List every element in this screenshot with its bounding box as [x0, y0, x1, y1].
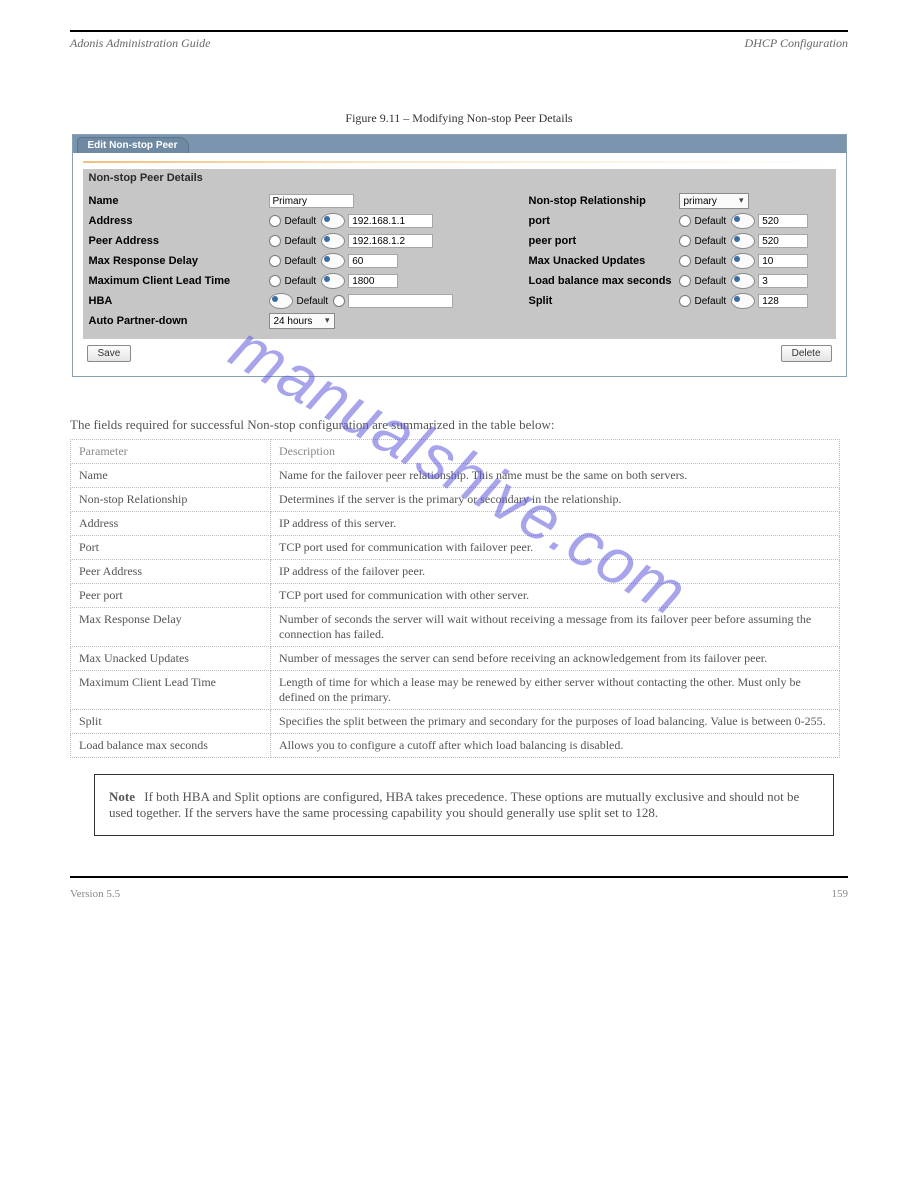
note-head: Note: [109, 789, 135, 804]
port-default-radio[interactable]: [679, 215, 691, 227]
figure-caption: Figure 9.11 – Modifying Non-stop Peer De…: [70, 111, 848, 126]
address-default-radio[interactable]: [269, 215, 281, 227]
max-response-default-label: Default: [285, 256, 317, 267]
port-default-label: Default: [695, 216, 727, 227]
label-address: Address: [89, 215, 269, 227]
form-body: Name Non-stop Relationship primary Addre…: [83, 187, 836, 339]
label-peer-port: peer port: [529, 235, 679, 247]
label-max-unacked: Max Unacked Updates: [529, 255, 679, 267]
label-peer-address: Peer Address: [89, 235, 269, 247]
label-split: Split: [529, 295, 679, 307]
address-value-radio[interactable]: [321, 213, 345, 229]
label-hba: HBA: [89, 295, 269, 307]
split-default-radio[interactable]: [679, 295, 691, 307]
label-name: Name: [89, 195, 269, 207]
peer-address-input[interactable]: [348, 234, 433, 248]
hba-value-radio[interactable]: [333, 295, 345, 307]
hba-default-label: Default: [297, 296, 329, 307]
max-client-lead-value-radio[interactable]: [321, 273, 345, 289]
port-input[interactable]: [758, 214, 808, 228]
max-client-lead-default-radio[interactable]: [269, 275, 281, 287]
max-response-input[interactable]: [348, 254, 398, 268]
table-row: Peer portTCP port used for communication…: [71, 584, 840, 608]
table-row: AddressIP address of this server.: [71, 512, 840, 536]
table-row: SplitSpecifies the split between the pri…: [71, 710, 840, 734]
label-relationship: Non-stop Relationship: [529, 195, 679, 207]
max-unacked-default-radio[interactable]: [679, 255, 691, 267]
table-row: Load balance max secondsAllows you to co…: [71, 734, 840, 758]
label-max-response: Max Response Delay: [89, 255, 269, 267]
note-box: Note If both HBA and Split options are c…: [94, 774, 834, 836]
section-title: Non-stop Peer Details: [83, 169, 836, 187]
parameters-table: Parameter Description NameName for the f…: [70, 439, 840, 758]
split-value-radio[interactable]: [731, 293, 755, 309]
hba-input[interactable]: [348, 294, 453, 308]
address-input[interactable]: [348, 214, 433, 228]
edit-nonstop-peer-panel: Edit Non-stop Peer Non-stop Peer Details…: [72, 134, 847, 377]
table-row: PortTCP port used for communication with…: [71, 536, 840, 560]
address-default-label: Default: [285, 216, 317, 227]
label-port: port: [529, 215, 679, 227]
table-row: Maximum Client Lead TimeLength of time f…: [71, 671, 840, 710]
page-footer: Version 5.5 159: [70, 888, 848, 900]
peer-address-value-radio[interactable]: [321, 233, 345, 249]
split-input[interactable]: [758, 294, 808, 308]
label-auto-partner: Auto Partner-down: [89, 315, 269, 327]
max-unacked-value-radio[interactable]: [731, 253, 755, 269]
load-balance-default-radio[interactable]: [679, 275, 691, 287]
name-input[interactable]: [269, 194, 354, 208]
load-balance-value-radio[interactable]: [731, 273, 755, 289]
peer-port-default-radio[interactable]: [679, 235, 691, 247]
table-row: Max Unacked UpdatesNumber of messages th…: [71, 647, 840, 671]
table-row: Max Response DelayNumber of seconds the …: [71, 608, 840, 647]
label-load-balance: Load balance max seconds: [529, 275, 679, 287]
max-client-lead-default-label: Default: [285, 276, 317, 287]
table-row: Peer AddressIP address of the failover p…: [71, 560, 840, 584]
auto-partner-select[interactable]: 24 hours: [269, 313, 335, 329]
panel-tab[interactable]: Edit Non-stop Peer: [77, 137, 189, 153]
save-button[interactable]: Save: [87, 345, 132, 362]
header-right: DHCP Configuration: [745, 36, 848, 51]
relationship-select[interactable]: primary: [679, 193, 749, 209]
port-value-radio[interactable]: [731, 213, 755, 229]
split-default-label: Default: [695, 296, 727, 307]
peer-address-default-radio[interactable]: [269, 235, 281, 247]
th-parameter: Parameter: [71, 440, 271, 464]
table-intro: The fields required for successful Non-s…: [70, 417, 848, 433]
delete-button[interactable]: Delete: [781, 345, 832, 362]
load-balance-input[interactable]: [758, 274, 808, 288]
running-header: Adonis Administration Guide DHCP Configu…: [70, 36, 848, 51]
note-body: If both HBA and Split options are config…: [109, 789, 799, 820]
table-row: NameName for the failover peer relations…: [71, 464, 840, 488]
divider: [83, 161, 836, 163]
th-description: Description: [271, 440, 840, 464]
max-client-lead-input[interactable]: [348, 274, 398, 288]
label-max-client-lead: Maximum Client Lead Time: [89, 275, 269, 287]
max-unacked-default-label: Default: [695, 256, 727, 267]
max-response-default-radio[interactable]: [269, 255, 281, 267]
max-response-value-radio[interactable]: [321, 253, 345, 269]
panel-tabbar: Edit Non-stop Peer: [73, 135, 846, 153]
footer-left: Version 5.5: [70, 888, 120, 900]
peer-port-default-label: Default: [695, 236, 727, 247]
peer-address-default-label: Default: [285, 236, 317, 247]
peer-port-value-radio[interactable]: [731, 233, 755, 249]
table-row: Non-stop RelationshipDetermines if the s…: [71, 488, 840, 512]
header-left: Adonis Administration Guide: [70, 36, 210, 51]
max-unacked-input[interactable]: [758, 254, 808, 268]
hba-default-radio[interactable]: [269, 293, 293, 309]
peer-port-input[interactable]: [758, 234, 808, 248]
footer-right: 159: [832, 888, 849, 900]
load-balance-default-label: Default: [695, 276, 727, 287]
